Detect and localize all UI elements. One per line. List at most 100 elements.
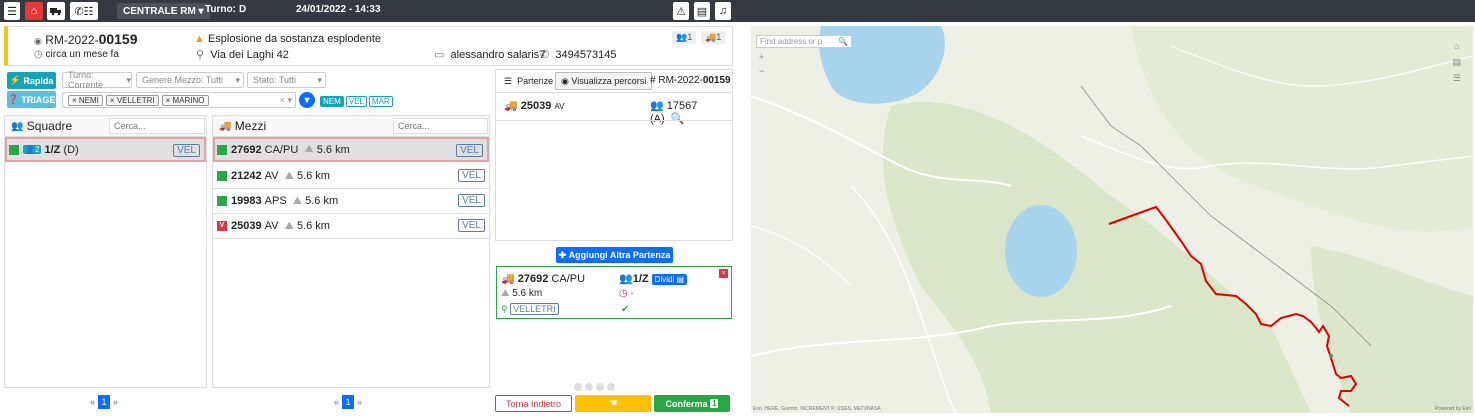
people-count-badge: 👥1 [672,31,697,44]
triage-button[interactable]: ❓ TRIAGE [7,91,56,108]
genere-mezzo-select[interactable]: Genere Mezzo: Tutti ▾ [136,72,244,88]
road-icon: ⛰ [284,219,294,232]
sede-badge: VEL [458,194,485,207]
squadra-row[interactable]: 👤2 1/Z (D) VEL [5,137,206,162]
truck-icon: 🚚 [501,273,515,285]
rapida-button[interactable]: ⚡ Rapida [7,72,56,89]
team-icon: 👥 [11,120,24,132]
composition-distance: ⛰ 5.6 km [501,288,543,299]
team-icon: 👥 [650,100,664,112]
quick-vel[interactable]: VEL [345,96,367,107]
prev-page-icon[interactable]: « [90,397,95,407]
squadre-search-input[interactable]: Cerca... [109,118,205,134]
aggiungi-partenza-button[interactable]: ✚ Aggiungi Altra Partenza [556,247,673,263]
lake-nemi [1005,205,1077,297]
sede-badge: VEL [456,144,483,157]
dividi-button[interactable]: Dividi ▤ [651,274,688,285]
document-icon[interactable]: ▤ [694,2,710,20]
team-icon: 👥 [619,273,633,285]
composition-vehicle: 🚚 27692 CA/PU [501,273,586,285]
road-icon: ⛰ [292,194,303,207]
conferma-button[interactable]: Conferma 1 [654,395,730,412]
centrale-dropdown[interactable]: CENTRALE RM ▾ [117,3,210,19]
call-header[interactable]: ◉ RM-2022-00159 ◷ circa un mese fa ▲ Esp… [4,26,733,66]
mezzi-pagination: «1» [334,395,362,409]
map-controls[interactable]: ⌂ ▤ ☰ [1452,38,1461,86]
truck-icon[interactable] [47,2,65,20]
status-badge: V [217,221,227,231]
bell-icon[interactable]: ♫ [715,2,731,20]
hash-icon: # [650,75,656,86]
road-icon: ⛰ [284,169,294,182]
call-address: ⚲ Via dei Laghi 42 [196,49,289,61]
torna-indietro-button[interactable]: Torna Indietro [495,395,572,412]
warning-icon[interactable]: ⚠ [673,2,689,20]
quick-mar[interactable]: MAR [368,96,393,107]
filter-icon[interactable]: ▼ [299,92,315,108]
search-icon[interactable]: 🔍 [671,113,685,125]
visualizza-percorsi-button[interactable]: ◉ Visualizza percorsi [555,72,653,90]
layers-icon[interactable]: ▤ [1452,54,1461,70]
partenza-vehicle: 🚚 25039 AV [504,100,565,112]
road-icon: ⛰ [501,288,510,299]
id-card-icon: ▭ [434,49,445,61]
map[interactable]: Find address or p 🔍 + − ⌂ ▤ ☰ Esri, HERE, G… [751,26,1473,413]
mezzo-row[interactable]: 21242 AV ⛰ 5.6 km VEL [213,164,489,189]
call-code: ◉ RM-2022-00159 [34,31,138,47]
clock-icon: ◷ [619,288,628,299]
next-page-icon[interactable]: » [357,397,362,407]
time-ago: ◷ circa un mese fa [34,49,119,60]
phone-list-icon[interactable]: ✆☷ [70,2,98,20]
check-icon: ✔ [621,304,630,315]
tag-velletri[interactable]: × VELLETRI [105,94,159,106]
turno-select[interactable]: Turno: Corrente ▾ [62,70,132,90]
mezzo-row[interactable]: 27692 CA/PU ⛰ 5.6 km VEL [213,137,489,162]
quick-nem[interactable]: NEM [320,96,344,107]
page-button[interactable]: 1 [98,395,111,409]
tab-partenze[interactable]: ☰ Partenze [504,76,553,87]
top-navbar: ☰ ⌂ ✆☷ CENTRALE RM ▾ Turno: D 24/01/2022… [0,0,1475,22]
turno-label: Turno: [205,4,236,15]
tag-nemi[interactable]: × NEMI [68,94,103,106]
distaccamenti-multiselect[interactable]: × NEMI × VELLETRI × MARINO × ▾ [62,92,296,108]
home-icon[interactable]: ⌂ [25,2,43,20]
divider [496,120,732,121]
map-powered-by: Powered by Esri [1434,406,1471,412]
menu-icon[interactable]: ☰ [4,2,20,20]
partenza-team: 👥 17567 (A) 🔍 [650,100,698,125]
home-icon[interactable]: ⌂ [1452,38,1461,54]
page-button[interactable]: 1 [342,395,355,409]
mezzi-search-input[interactable]: Cerca... [393,118,488,134]
loading-dots [574,383,615,391]
divider [496,92,732,93]
caller-phone: ✆ 3494573145 [540,49,617,61]
distaccamenti-quick: NEM VEL MAR [320,95,395,107]
stato-select[interactable]: Stato: Tutti ▾ [247,72,326,88]
list-icon[interactable]: ☰ [1452,70,1461,86]
location-pin-icon: ⚲ [501,304,508,314]
map-search-input[interactable]: Find address or p 🔍 [756,35,852,48]
zoom-out-icon[interactable]: − [759,66,764,76]
vehicle-count-badge: 🚚1 [701,31,726,44]
location-pin-icon: ⚲ [196,49,205,61]
turno-value: D [239,4,247,15]
squadre-pagination: «1» [90,395,118,409]
mezzo-row[interactable]: 19983 APS ⛰ 5.6 km VEL [213,189,489,214]
hand-icon[interactable]: ☚ [575,395,651,412]
composition-time: ◷ - [619,288,634,299]
tag-marino[interactable]: × MARINO [161,94,209,106]
map-attribution: Esri, HERE, Garmin, INCREMENT P, USGS, M… [753,406,881,412]
search-icon: 🔍 [838,37,848,46]
zoom-in-icon[interactable]: + [759,52,764,62]
sede-badge: VEL [458,219,485,232]
partenze-panel: ☰ Partenze ◉ Visualizza percorsi # RM-20… [495,69,733,241]
datetime: 24/01/2022 - 14:33 [296,4,381,15]
remove-icon[interactable]: × [719,269,728,278]
map-canvas [751,26,1473,413]
mezzo-row[interactable]: V 25039 AV ⛰ 5.6 km VEL [213,214,489,239]
next-page-icon[interactable]: » [113,397,118,407]
phone-icon: ✆ [540,49,550,61]
truck-icon: 🚚 [219,120,232,132]
caller-name: ▭ alessandro salaris7 [434,49,546,61]
prev-page-icon[interactable]: « [334,397,339,407]
